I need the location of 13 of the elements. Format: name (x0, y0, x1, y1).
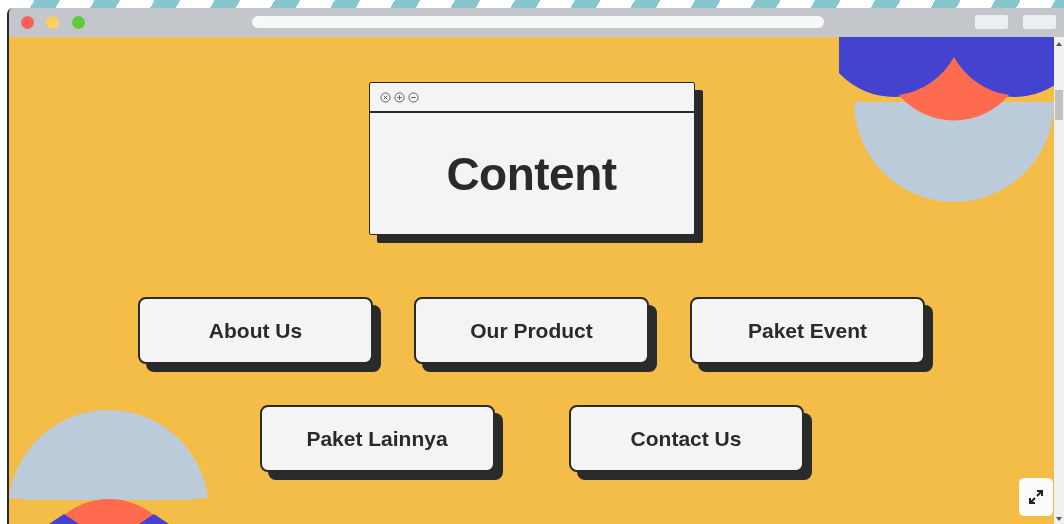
plus-circle-icon[interactable] (393, 91, 405, 103)
content-heading: Content (446, 146, 617, 201)
toolbar-button[interactable] (975, 15, 1008, 29)
minimize-dot-icon[interactable] (46, 16, 59, 29)
close-icon[interactable] (379, 91, 391, 103)
expand-arrows-icon (1027, 488, 1045, 506)
maximize-dot-icon[interactable] (72, 16, 85, 29)
address-bar[interactable] (252, 16, 824, 28)
fullscreen-button[interactable] (1019, 478, 1053, 516)
toolbar-button[interactable] (1023, 15, 1056, 29)
scrollbar[interactable] (1054, 37, 1064, 524)
close-dot-icon[interactable] (21, 16, 34, 29)
minus-circle-icon[interactable] (407, 91, 419, 103)
